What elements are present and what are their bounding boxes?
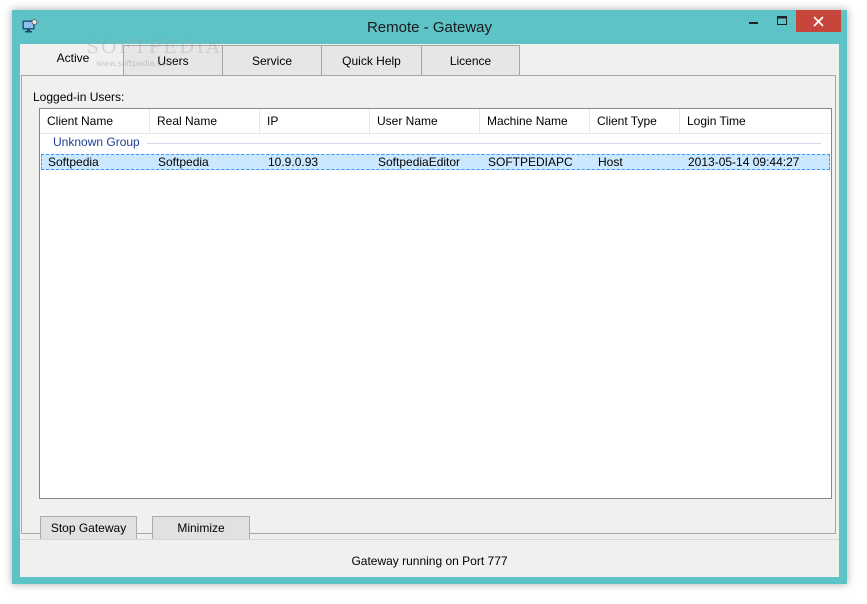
watermark-logo: SOFTPEDIA — [86, 36, 222, 58]
cell-user-name: SoftpediaEditor — [378, 155, 461, 169]
minimize-button[interactable]: Minimize — [152, 516, 250, 540]
stop-gateway-button[interactable]: Stop Gateway — [40, 516, 137, 540]
maximize-window-button[interactable] — [770, 10, 794, 32]
minimize-icon — [749, 22, 758, 24]
tab-service[interactable]: Service — [222, 45, 322, 75]
close-icon — [813, 15, 824, 27]
tab-licence[interactable]: Licence — [421, 45, 520, 75]
column-header-client-type[interactable]: Client Type — [590, 109, 680, 133]
maximize-icon — [776, 16, 787, 25]
cell-machine-name: SOFTPEDIAPC — [488, 155, 573, 169]
active-tab-panel: Logged-in Users: Client Name Real Name I… — [21, 75, 836, 534]
status-text: Gateway running on Port 777 — [351, 554, 508, 568]
app-window: Remote - Gateway Active Users Service Qu… — [12, 10, 847, 584]
close-window-button[interactable] — [796, 10, 841, 32]
users-list-view[interactable]: Client Name Real Name IP User Name Machi… — [39, 108, 832, 499]
cell-client-name: Softpedia — [48, 155, 99, 169]
column-header-machine-name[interactable]: Machine Name — [480, 109, 590, 133]
cell-ip: 10.9.0.93 — [268, 155, 319, 169]
logged-in-users-label: Logged-in Users: — [33, 90, 125, 104]
cell-real-name: Softpedia — [158, 155, 209, 169]
window-title: Remote - Gateway — [366, 19, 493, 36]
column-header-real-name[interactable]: Real Name — [150, 109, 260, 133]
group-divider — [147, 143, 821, 144]
cell-client-type: Host — [598, 155, 623, 169]
cell-login-time: 2013-05-14 09:44:27 — [688, 155, 800, 169]
tab-quick-help[interactable]: Quick Help — [321, 45, 422, 75]
column-header-ip[interactable]: IP — [260, 109, 370, 133]
column-header-user-name[interactable]: User Name — [370, 109, 480, 133]
column-header-client-name[interactable]: Client Name — [40, 109, 150, 133]
client-area: Active Users Service Quick Help Licence … — [20, 44, 839, 577]
status-bar: Gateway running on Port 777 — [20, 539, 839, 577]
column-header-login-time[interactable]: Login Time — [680, 109, 830, 133]
watermark-url: www.softpedia.com — [96, 59, 175, 68]
list-header: Client Name Real Name IP User Name Machi… — [40, 109, 831, 134]
minimize-window-button[interactable] — [742, 10, 766, 32]
group-header[interactable]: Unknown Group — [53, 135, 140, 149]
table-row[interactable]: Softpedia Softpedia 10.9.0.93 SoftpediaE… — [41, 154, 830, 170]
